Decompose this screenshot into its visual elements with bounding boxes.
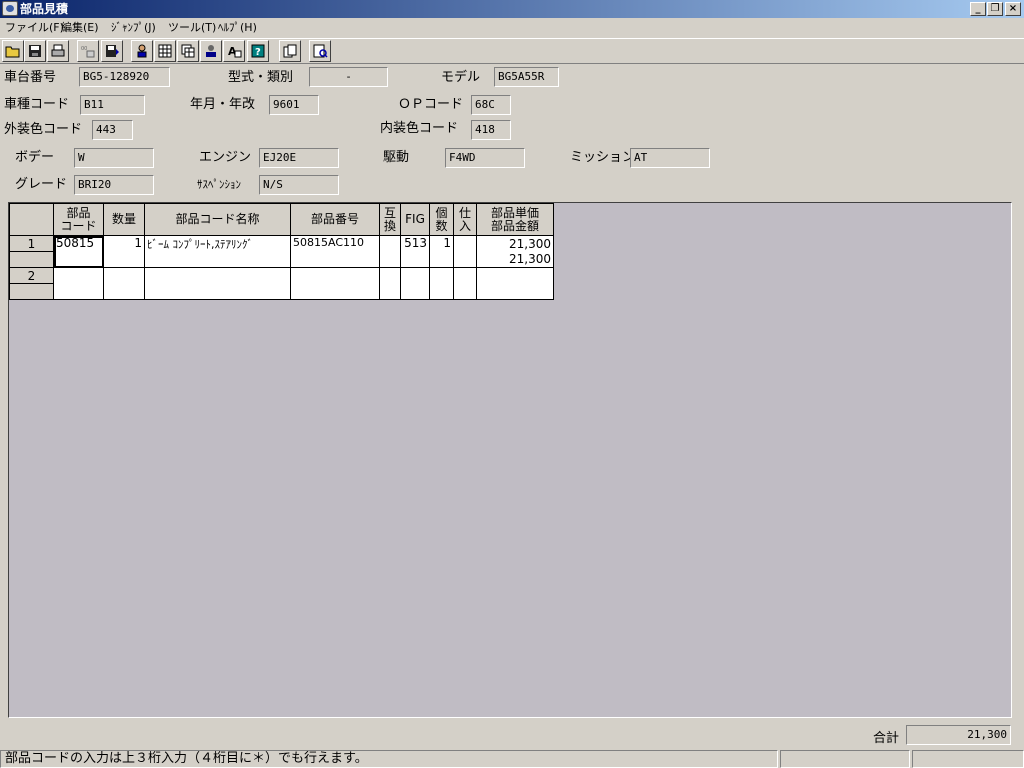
year-field[interactable]: 9601 [269,95,319,115]
col-qty[interactable]: 数量 [103,203,145,236]
total-field: 21,300 [906,725,1011,745]
col-part-code[interactable]: 部品 コード [53,203,104,236]
print-icon[interactable] [47,40,69,62]
count-cell[interactable]: 1 [429,235,454,268]
op-code-label: ＯＰコード [398,97,464,112]
copy-data-icon[interactable]: 00 [77,40,99,62]
col-count[interactable]: 個数 [429,203,454,236]
menu-edit[interactable]: 編集(E) [58,19,102,37]
chassis-no-label: 車台番号 [4,70,57,85]
menu-jump[interactable]: ｼﾞｬﾝﾌﾟ(J) [108,19,159,37]
part-no-cell[interactable]: 50815AC110 [290,235,380,268]
purchase-cell[interactable] [453,267,477,300]
save-disk-icon[interactable] [24,40,46,62]
part-code-cell[interactable] [53,267,104,300]
suspension-label: ｻｽﾍﾟﾝｼｮﾝ [197,178,241,191]
col-purchase[interactable]: 仕入 [453,203,477,236]
model-type-label: 型式・類別 [228,70,294,85]
interchange-cell[interactable] [379,235,401,268]
car-code-field[interactable]: B11 [80,95,145,115]
save-alt-icon[interactable] [101,40,123,62]
menu-tools[interactable]: ツール(T) [165,19,219,37]
qty-cell[interactable]: 1 [103,235,145,268]
chassis-no-field[interactable]: BG5-128920 [79,67,170,87]
car-code-label: 車種コード [4,97,70,112]
col-part-no[interactable]: 部品番号 [290,203,380,236]
help-icon[interactable]: ? [247,40,269,62]
mission-label: ミッション [570,150,636,165]
row-subheader[interactable] [9,283,54,300]
suspension-field[interactable]: N/S [259,175,339,195]
col-fig[interactable]: FIG [400,203,430,236]
app-icon [2,1,18,16]
menu-bar: ファイル(F) 編集(E) ｼﾞｬﾝﾌﾟ(J) ツール(T) ﾍﾙﾌﾟ(H) [0,19,1024,37]
row-number[interactable]: 2 [9,267,54,284]
part-name-cell[interactable] [144,267,291,300]
model-label: モデル [441,70,481,85]
status-pane-2 [780,750,910,768]
ext-color-field[interactable]: 443 [92,120,133,140]
svg-text:00: 00 [81,46,87,52]
unit-price-cell[interactable]: 21,300 [476,235,554,252]
int-color-label: 内装色コード [380,121,459,136]
preview-icon[interactable] [309,40,331,62]
qty-cell[interactable] [103,267,145,300]
engine-field[interactable]: EJ20E [259,148,339,168]
pages-icon[interactable] [279,40,301,62]
col-interchange[interactable]: 互換 [379,203,401,236]
interchange-cell[interactable] [379,267,401,300]
row-subheader[interactable] [9,251,54,268]
op-code-field[interactable]: 68C [471,95,511,115]
search-person-icon[interactable] [200,40,222,62]
model-field[interactable]: BG5A55R [494,67,559,87]
drive-label: 駆動 [383,150,410,165]
engine-label: エンジン [199,150,252,165]
fig-cell[interactable]: 513 [400,235,430,268]
grid-corner[interactable] [9,203,54,236]
window-title: 部品見積 [20,2,69,16]
int-color-field[interactable]: 418 [471,120,511,140]
font-icon[interactable]: A [223,40,245,62]
status-message: 部品コードの入力は上３桁入力（４桁目に＊）でも行えます。 [0,750,778,768]
title-bar: 部品見積 [0,0,1024,18]
count-cell[interactable] [429,267,454,300]
user-icon[interactable] [131,40,153,62]
ext-color-label: 外装色コード [4,122,83,137]
part-name-cell[interactable]: ﾋﾞｰﾑ ｺﾝﾌﾟﾘｰﾄ,ｽﾃｱﾘﾝｸﾞ [144,235,291,268]
menu-help[interactable]: ﾍﾙﾌﾟ(H) [215,19,260,37]
total-label: 合計 [873,731,900,746]
part-code-cell[interactable]: 50815 [53,235,104,268]
model-type-field[interactable]: - [309,67,388,87]
amount-cell[interactable]: 21,300 [476,251,554,268]
fig-cell[interactable] [400,267,430,300]
mission-field[interactable]: AT [630,148,710,168]
col-price[interactable]: 部品単価 部品金額 [476,203,554,236]
col-part-name[interactable]: 部品コード名称 [144,203,291,236]
svg-text:?: ? [255,47,261,58]
open-folder-icon[interactable] [2,40,24,62]
body-field[interactable]: W [74,148,154,168]
parts-grid: 部品 コード 数量 部品コード名称 部品番号 互換 FIG 個数 仕入 部品単価部… [9,203,554,300]
year-label: 年月・年改 [190,97,256,112]
table-icon[interactable] [177,40,199,62]
unit-price-cell[interactable] [476,267,554,284]
grid-icon[interactable] [154,40,176,62]
status-pane-3 [912,750,1024,768]
restore-button[interactable]: ❐ [987,2,1003,16]
row-number[interactable]: 1 [9,235,54,252]
amount-cell[interactable] [476,283,554,300]
drive-field[interactable]: F4WD [445,148,525,168]
grade-label: グレード [15,177,68,192]
part-no-cell[interactable] [290,267,380,300]
close-button[interactable]: × [1005,2,1021,16]
purchase-cell[interactable] [453,235,477,268]
parts-grid-area: 部品 コード 数量 部品コード名称 部品番号 互換 FIG 個数 仕入 部品単価部… [8,202,1012,718]
minimize-button[interactable]: _ [970,2,986,16]
grade-field[interactable]: BRI20 [74,175,154,195]
body-label: ボデー [15,150,55,165]
